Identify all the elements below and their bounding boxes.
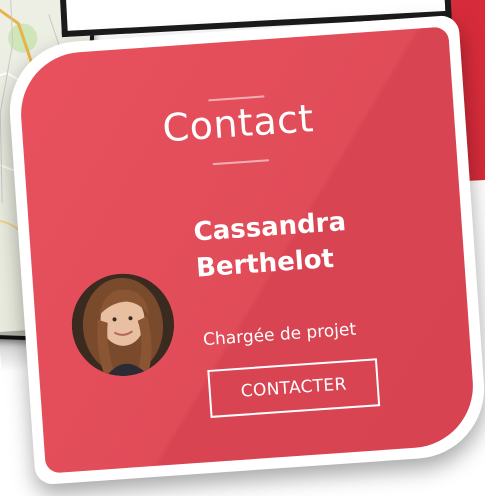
title-divider-bottom xyxy=(212,159,269,166)
avatar xyxy=(68,270,178,380)
contact-card: Contact Cassandra Berthelot Chargée de p… xyxy=(5,14,485,486)
person-name: Cassandra Berthelot xyxy=(192,201,397,287)
contact-widget-scene: Contact Cassandra Berthelot Chargée de p… xyxy=(0,0,485,496)
contact-card-body: Contact Cassandra Berthelot Chargée de p… xyxy=(16,26,478,474)
contact-button[interactable]: CONTACTER xyxy=(207,358,381,418)
person-role: Chargée de projet xyxy=(202,319,357,351)
portrait-photo-icon xyxy=(68,270,178,380)
